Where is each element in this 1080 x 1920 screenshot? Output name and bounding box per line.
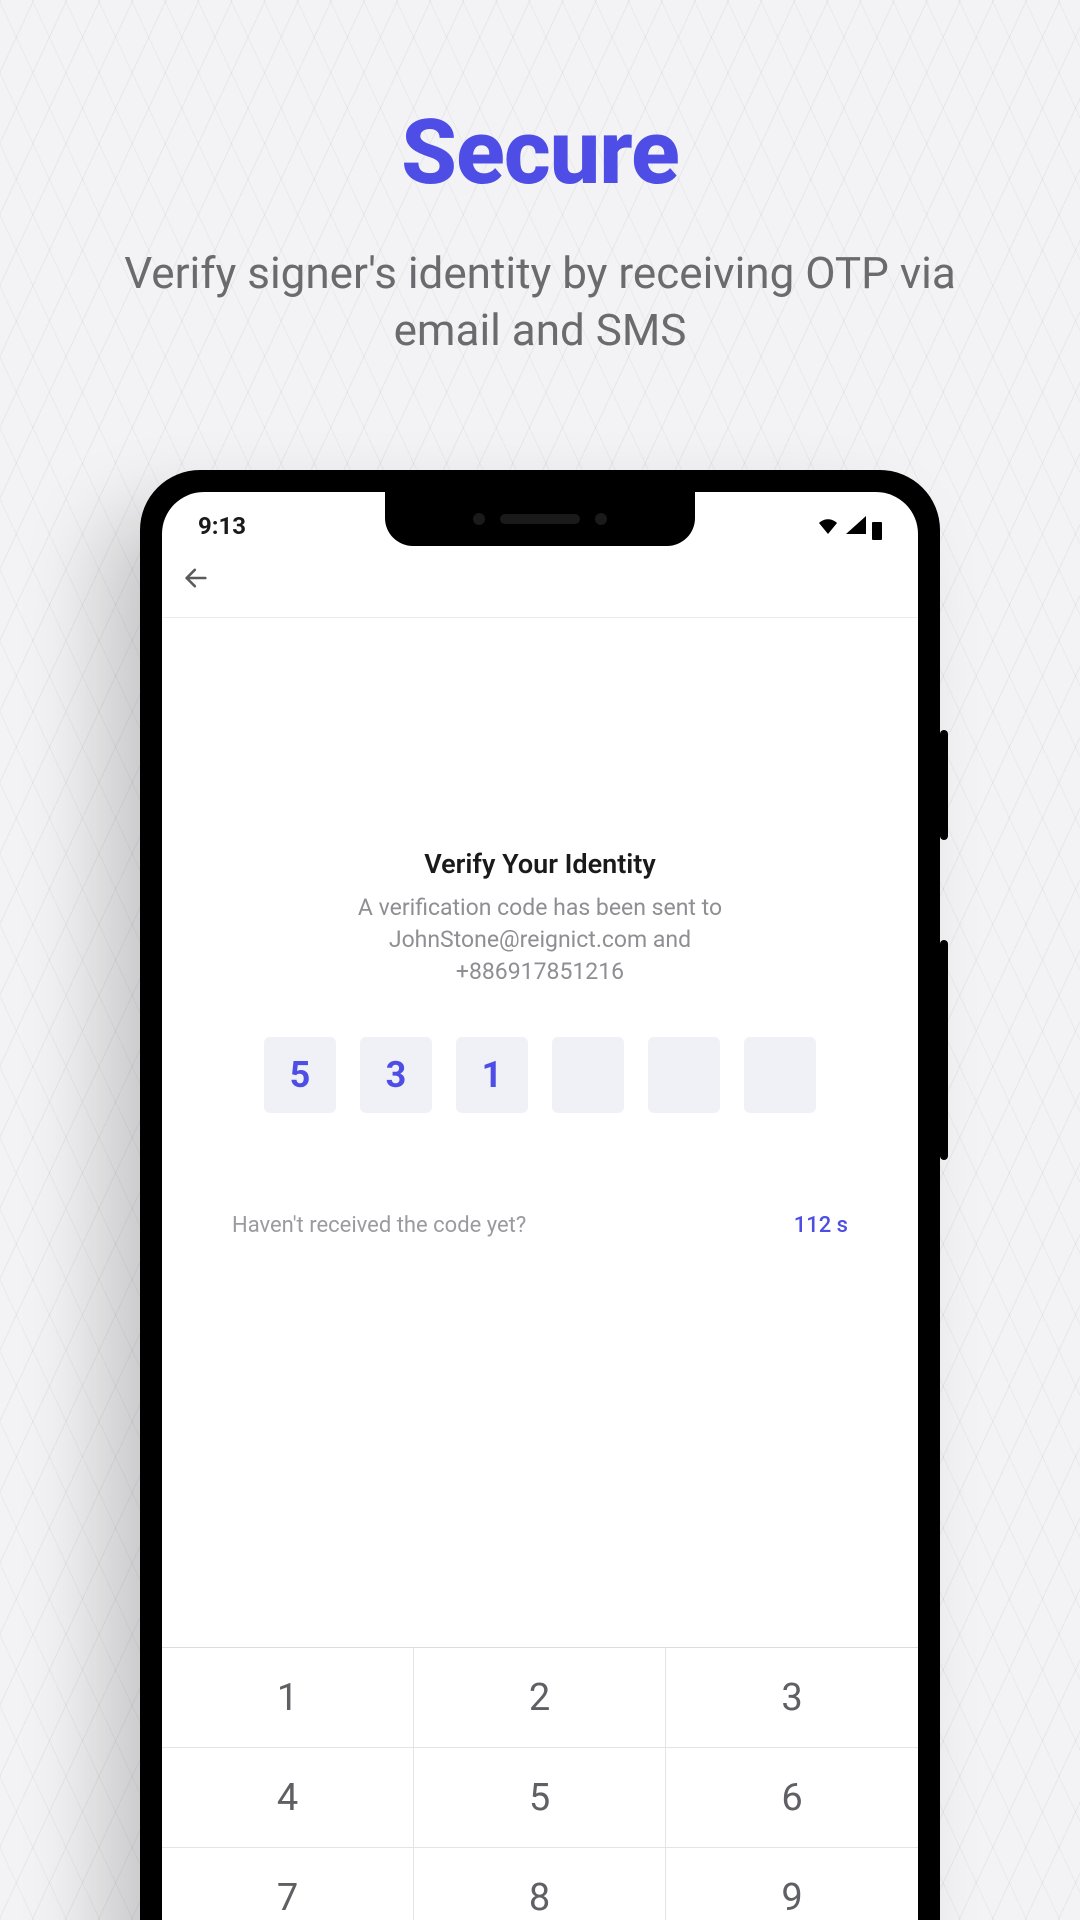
speaker-grill	[500, 514, 580, 524]
app-bar	[162, 544, 918, 618]
camera-dot	[595, 513, 607, 525]
verify-message-line: +886917851216	[232, 956, 848, 988]
resend-row: Haven't received the code yet? 112 s	[162, 1213, 918, 1238]
key-9[interactable]: 9	[666, 1848, 918, 1920]
otp-input-row: 5 3 1	[162, 1037, 918, 1113]
key-3[interactable]: 3	[666, 1648, 918, 1748]
verify-content: Verify Your Identity A verification code…	[162, 618, 918, 1238]
key-6[interactable]: 6	[666, 1748, 918, 1848]
back-arrow-icon[interactable]	[182, 562, 210, 600]
key-7[interactable]: 7	[162, 1848, 414, 1920]
phone-side-button	[940, 730, 948, 840]
numeric-keypad: 1 2 3 4 5 6 7 8 9	[162, 1647, 918, 1920]
marketing-page: Secure Verify signer's identity by recei…	[0, 0, 1080, 1920]
otp-digit[interactable]: 3	[360, 1037, 432, 1113]
hero-title: Secure	[0, 0, 1080, 205]
otp-digit[interactable]: 5	[264, 1037, 336, 1113]
verify-title: Verify Your Identity	[162, 848, 918, 880]
phone-frame: 9:13 Verify Your Identity	[140, 470, 940, 1920]
key-1[interactable]: 1	[162, 1648, 414, 1748]
verify-message-line: A verification code has been sent to	[232, 892, 848, 924]
hero-subtitle: Verify signer's identity by receiving OT…	[0, 245, 1080, 359]
sensor-dot	[473, 513, 485, 525]
phone-notch	[385, 492, 695, 546]
resend-timer: 112 s	[794, 1213, 848, 1238]
otp-digit[interactable]	[552, 1037, 624, 1113]
wifi-icon	[816, 512, 840, 540]
otp-digit[interactable]	[744, 1037, 816, 1113]
key-8[interactable]: 8	[414, 1848, 666, 1920]
key-2[interactable]: 2	[414, 1648, 666, 1748]
phone-screen: 9:13 Verify Your Identity	[162, 492, 918, 1920]
signal-icon	[846, 512, 866, 540]
otp-digit[interactable]	[648, 1037, 720, 1113]
verify-message-line: JohnStone@reignict.com and	[232, 924, 848, 956]
otp-digit[interactable]: 1	[456, 1037, 528, 1113]
key-5[interactable]: 5	[414, 1748, 666, 1848]
clock: 9:13	[198, 512, 246, 540]
battery-icon	[872, 522, 882, 540]
resend-prompt: Haven't received the code yet?	[232, 1213, 526, 1238]
phone-side-button	[940, 940, 948, 1160]
verify-message: A verification code has been sent to Joh…	[162, 892, 918, 989]
key-4[interactable]: 4	[162, 1748, 414, 1848]
